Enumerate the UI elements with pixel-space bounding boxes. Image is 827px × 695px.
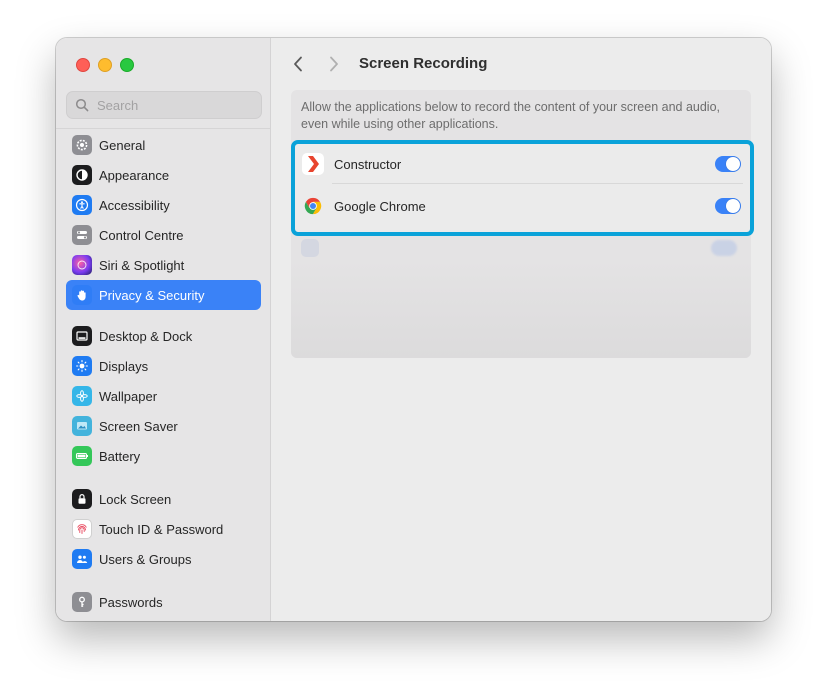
hand-icon (72, 285, 92, 305)
users-icon (72, 549, 92, 569)
sidebar-item-label: Users & Groups (99, 551, 192, 567)
sidebar-item-appearance[interactable]: Appearance (66, 160, 261, 190)
sidebar-item-displays[interactable]: Displays (66, 351, 261, 381)
obscured-toggle (711, 240, 737, 256)
forward-button[interactable] (325, 54, 343, 74)
close-button[interactable] (76, 58, 90, 72)
key-icon (72, 592, 92, 612)
app-row-google-chrome: Google Chrome (302, 186, 743, 226)
panel-description: Allow the applications below to record t… (301, 100, 721, 131)
flower-icon (72, 386, 92, 406)
app-row-constructor: Constructor (302, 144, 743, 184)
app-name: Constructor (334, 156, 402, 172)
minimize-button[interactable] (98, 58, 112, 72)
constructor-app-icon (302, 153, 324, 175)
battery-icon (72, 446, 92, 466)
sidebar-item-label: Displays (99, 358, 149, 374)
control-centre-icon (72, 225, 92, 245)
sidebar-item-label: Appearance (99, 167, 170, 183)
sidebar-group-display: Desktop & Dock Displays Wallpaper Screen… (66, 321, 261, 471)
sidebar-item-label: General (99, 137, 146, 153)
sidebar-item-accessibility[interactable]: Accessibility (66, 190, 261, 220)
sun-icon (72, 356, 92, 376)
sidebar-item-label: Accessibility (99, 197, 170, 213)
window-controls (76, 58, 134, 72)
title-bar: Screen Recording (271, 38, 771, 90)
sidebar-group-passwords: Passwords (66, 587, 261, 617)
chrome-app-icon (302, 195, 324, 217)
sidebar-item-label: Lock Screen (99, 491, 172, 507)
page-title: Screen Recording (359, 55, 488, 72)
sidebar-item-label: Desktop & Dock (99, 328, 193, 344)
sidebar-divider (56, 128, 270, 129)
sidebar-item-passwords[interactable]: Passwords (66, 587, 261, 617)
sidebar-item-screen-saver[interactable]: Screen Saver (66, 411, 261, 441)
sidebar-item-label: Privacy & Security (99, 287, 205, 303)
sidebar-item-siri-spotlight[interactable]: Siri & Spotlight (66, 250, 261, 280)
toggle-knob (726, 157, 740, 171)
dock-icon (72, 326, 92, 346)
row-divider (332, 183, 743, 184)
google-chrome-toggle[interactable] (715, 198, 741, 214)
sidebar-item-control-centre[interactable]: Control Centre (66, 220, 261, 250)
sidebar-item-privacy-security[interactable]: Privacy & Security (66, 280, 261, 310)
constructor-toggle[interactable] (715, 156, 741, 172)
sidebar-item-label: Touch ID & Password (99, 521, 224, 537)
sidebar-item-label: Passwords (99, 594, 163, 610)
search-input[interactable] (95, 96, 259, 114)
sidebar-item-users-groups[interactable]: Users & Groups (66, 544, 261, 574)
sidebar-item-general[interactable]: General (66, 130, 261, 160)
lock-icon (72, 489, 92, 509)
sidebar-item-battery[interactable]: Battery (66, 441, 261, 471)
sidebar-item-lock-screen[interactable]: Lock Screen (66, 484, 261, 514)
search-icon (75, 98, 89, 112)
screen-saver-icon (72, 416, 92, 436)
gear-icon (72, 135, 92, 155)
fingerprint-icon (72, 519, 92, 539)
obscured-row (301, 233, 741, 263)
siri-icon (72, 255, 92, 275)
app-name: Google Chrome (334, 198, 426, 214)
sidebar-item-label: Wallpaper (99, 388, 158, 404)
toggle-knob (726, 199, 740, 213)
highlighted-app-list: Constructor Google Chrome (291, 140, 754, 236)
accessibility-icon (72, 195, 92, 215)
sidebar-item-touch-id[interactable]: Touch ID & Password (66, 514, 261, 544)
sidebar-item-label: Siri & Spotlight (99, 257, 185, 273)
settings-window: General Appearance Accessibility Control… (56, 38, 771, 621)
sidebar-item-label: Battery (99, 448, 141, 464)
sidebar-group-system: General Appearance Accessibility Control… (66, 130, 261, 310)
sidebar-group-security: Lock Screen Touch ID & Password Users & … (66, 484, 261, 574)
search-field[interactable] (66, 91, 262, 119)
chevron-right-icon (330, 56, 338, 72)
obscured-fade (291, 260, 751, 358)
sidebar-item-label: Control Centre (99, 227, 184, 243)
appearance-icon (72, 165, 92, 185)
obscured-app-icon (301, 239, 319, 257)
sidebar-item-label: Screen Saver (99, 418, 178, 434)
chevron-left-icon (294, 56, 302, 72)
sidebar-item-desktop-dock[interactable]: Desktop & Dock (66, 321, 261, 351)
back-button[interactable] (289, 54, 307, 74)
zoom-button[interactable] (120, 58, 134, 72)
sidebar-item-wallpaper[interactable]: Wallpaper (66, 381, 261, 411)
sidebar: General Appearance Accessibility Control… (56, 38, 271, 621)
main-content: Screen Recording Allow the applications … (271, 38, 771, 621)
